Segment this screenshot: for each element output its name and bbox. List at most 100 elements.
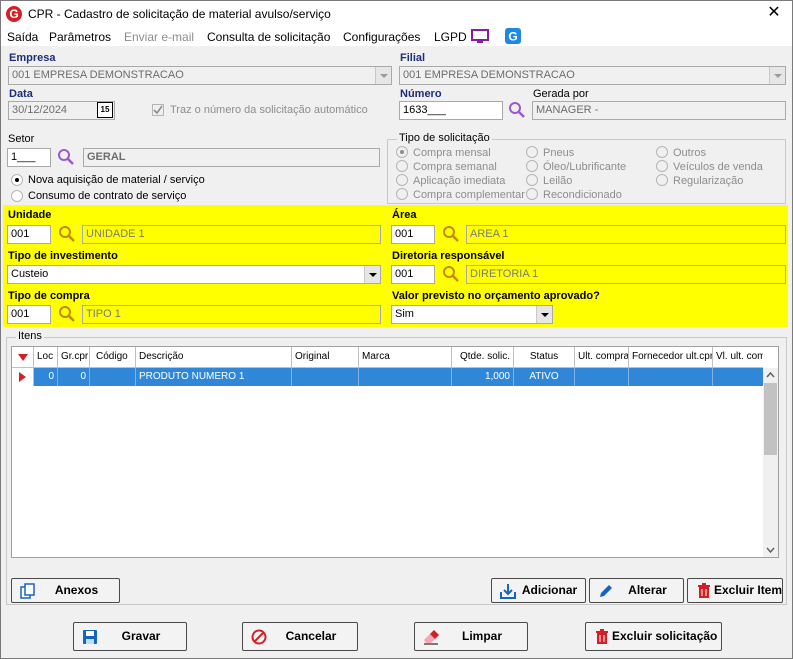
col-status[interactable]: Status — [514, 347, 575, 368]
col-descricao[interactable]: Descrição — [136, 347, 292, 368]
calendar-icon[interactable]: 15 — [97, 102, 113, 118]
search-icon[interactable] — [442, 265, 460, 283]
unidade-code-field[interactable]: 001 — [7, 225, 51, 244]
nova-aquisicao-radio[interactable] — [11, 174, 23, 186]
auto-number-checkbox[interactable] — [152, 104, 164, 116]
radio-leilao[interactable] — [526, 174, 538, 186]
cell-fornecedor[interactable] — [629, 368, 713, 386]
tipo-compra-code-field[interactable]: 001 — [7, 305, 51, 324]
numero-field[interactable]: 1633___ — [399, 101, 503, 120]
col-fornecedor[interactable]: Fornecedor ult.cpr — [629, 347, 713, 368]
radio-oleo[interactable] — [526, 160, 538, 172]
empresa-combo[interactable]: 001 EMPRESA DEMONSTRACAO — [8, 66, 392, 85]
tipo-solicitacao-label: Tipo de solicitação — [397, 132, 492, 144]
excluir-item-button[interactable]: Excluir Item — [687, 578, 783, 603]
cell-marca[interactable] — [359, 368, 452, 386]
opt-compra-mensal: Compra mensal — [413, 147, 491, 159]
area-label: Área — [392, 209, 417, 221]
search-icon[interactable] — [508, 101, 526, 119]
alterar-button[interactable]: Alterar — [589, 578, 684, 603]
empresa-value: 001 EMPRESA DEMONSTRACAO — [12, 69, 184, 81]
col-marca[interactable]: Marca — [359, 347, 452, 368]
radio-outros[interactable] — [656, 146, 668, 158]
valor-previsto-label: Valor previsto no orçamento aprovado? — [392, 290, 600, 302]
close-button[interactable]: ✕ — [764, 3, 784, 23]
search-icon[interactable] — [58, 305, 76, 323]
cell-grcpr[interactable]: 0 — [58, 368, 90, 386]
chevron-down-icon[interactable] — [769, 67, 785, 84]
consumo-contrato-radio[interactable] — [11, 190, 23, 202]
limpar-button[interactable]: Limpar — [414, 622, 528, 651]
cell-descricao[interactable]: PRODUTO NUMERO 1 — [136, 368, 292, 386]
numero-value: 1633___ — [403, 104, 446, 116]
col-ult-compra[interactable]: Ult. compra — [575, 347, 629, 368]
search-icon[interactable] — [57, 148, 75, 166]
cancelar-button[interactable]: Cancelar — [242, 622, 358, 651]
add-download-icon — [500, 584, 516, 599]
col-qtde[interactable]: Qtde. solic. — [452, 347, 514, 368]
scroll-down-icon[interactable] — [763, 543, 778, 557]
col-vl-ult[interactable]: Vl. ult. com — [713, 347, 763, 368]
chevron-down-icon[interactable] — [375, 67, 391, 84]
unidade-name-field: UNIDADE 1 — [82, 225, 381, 244]
menu-parametros[interactable]: Parâmetros — [49, 30, 111, 44]
sort-indicator-header[interactable] — [12, 347, 34, 368]
tipo-investimento-combo[interactable]: Custeio — [7, 265, 381, 284]
valor-previsto-combo[interactable]: Sim — [391, 305, 553, 324]
chevron-down-icon[interactable] — [364, 266, 380, 283]
brand-g-icon[interactable]: G — [505, 28, 521, 44]
menu-lgpd[interactable]: LGPD — [434, 30, 467, 44]
scroll-up-icon[interactable] — [763, 368, 778, 382]
vertical-scrollbar[interactable] — [763, 368, 778, 557]
radio-compra-complementar[interactable] — [396, 188, 408, 200]
scroll-thumb[interactable] — [764, 383, 777, 455]
search-icon[interactable] — [58, 225, 76, 243]
search-icon[interactable] — [442, 225, 460, 243]
col-grcpr[interactable]: Gr.cpr — [58, 347, 90, 368]
filial-combo[interactable]: 001 EMPRESA DEMONSTRACAO — [399, 66, 786, 85]
radio-compra-semanal[interactable] — [396, 160, 408, 172]
monitor-icon[interactable] — [471, 29, 489, 45]
area-code: 001 — [395, 228, 414, 240]
radio-regularizacao[interactable] — [656, 174, 668, 186]
anexos-button[interactable]: Anexos — [11, 578, 120, 603]
cell-codigo[interactable] — [90, 368, 136, 386]
cell-loc[interactable]: 0 — [34, 368, 58, 386]
cell-status[interactable]: ATIVO — [514, 368, 575, 386]
window-title: CPR - Cadastro de solicitação de materia… — [28, 7, 331, 21]
data-label: Data — [9, 88, 33, 100]
radio-pneus[interactable] — [526, 146, 538, 158]
col-codigo[interactable]: Código — [90, 347, 136, 368]
app-logo-icon: G — [6, 6, 22, 22]
diretoria-code-field[interactable]: 001 — [391, 265, 435, 284]
anexos-label: Anexos — [54, 583, 99, 597]
cell-qtde[interactable]: 1,000 — [452, 368, 514, 386]
menu-configuracoes[interactable]: Configurações — [343, 30, 420, 44]
col-original[interactable]: Original — [292, 347, 359, 368]
eraser-icon — [424, 630, 439, 645]
radio-aplicacao-imediata[interactable] — [396, 174, 408, 186]
col-loc[interactable]: Loc — [34, 347, 58, 368]
radio-compra-mensal[interactable] — [396, 146, 408, 158]
tipo-investimento-value: Custeio — [11, 268, 49, 280]
cell-vl-ult[interactable] — [713, 368, 763, 386]
cell-original[interactable] — [292, 368, 359, 386]
menu-enviar-email[interactable]: Enviar e-mail — [124, 30, 194, 44]
radio-veiculos[interactable] — [656, 160, 668, 172]
cancelar-label: Cancelar — [285, 629, 337, 643]
itens-grid[interactable]: Loc Gr.cpr Código Descrição Original Mar… — [11, 346, 779, 558]
radio-recondicionado[interactable] — [526, 188, 538, 200]
data-value: 30/12/2024 — [12, 104, 68, 116]
adicionar-button[interactable]: Adicionar — [491, 578, 586, 603]
tipo-compra-name-field: TIPO 1 — [82, 305, 381, 324]
menu-consulta[interactable]: Consulta de solicitação — [207, 30, 330, 44]
excluir-solicitacao-button[interactable]: Excluir solicitação — [585, 622, 722, 651]
area-code-field[interactable]: 001 — [391, 225, 435, 244]
row-indicator[interactable] — [12, 368, 34, 386]
cell-ult-compra[interactable] — [575, 368, 629, 386]
chevron-down-icon[interactable] — [536, 306, 552, 323]
gravar-button[interactable]: Gravar — [73, 622, 187, 651]
setor-name-field: GERAL — [83, 148, 380, 167]
setor-code-field[interactable]: 1___ — [7, 148, 51, 167]
menu-saida[interactable]: Saída — [7, 30, 38, 44]
